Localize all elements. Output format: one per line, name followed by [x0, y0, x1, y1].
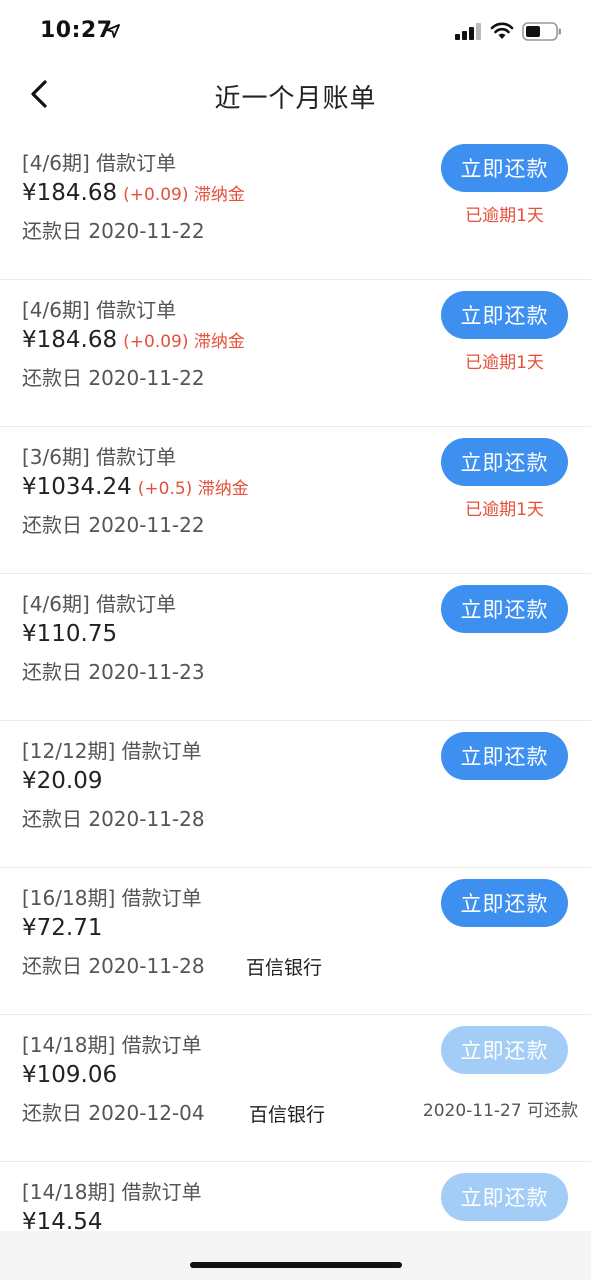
battery-icon	[522, 22, 561, 41]
available-date-status: 2020-11-27 可还款	[422, 1101, 579, 1121]
bill-period: [4/6期] 借款订单	[22, 298, 177, 322]
due-date: 还款日 2020-11-23	[22, 660, 205, 684]
pay-now-button[interactable]: 立即还款	[441, 879, 568, 927]
bill-amount-row: ¥110.75	[22, 621, 117, 647]
bill-list: [4/6期] 借款订单 ¥184.68 (+0.09) 滞纳金 还款日 2020-…	[0, 133, 591, 1231]
pay-now-button[interactable]: 立即还款	[441, 585, 568, 633]
home-indicator-area	[0, 1231, 591, 1280]
bill-amount-row: ¥20.09	[22, 768, 102, 794]
bill-amount: ¥72.71	[22, 915, 103, 941]
bank-name: 百信银行	[249, 1104, 326, 1126]
bill-amount: ¥109.06	[22, 1062, 118, 1088]
late-fee: (+0.5) 滞纳金	[137, 479, 249, 499]
overdue-status: 已逾期1天	[465, 353, 544, 373]
bill-period: [4/6期] 借款订单	[22, 151, 177, 175]
due-date: 还款日 2020-11-22	[22, 219, 205, 243]
bill-item: [16/18期] 借款订单 ¥72.71 还款日 2020-11-28 百信银行…	[0, 868, 591, 1015]
overdue-status: 已逾期1天	[465, 500, 544, 520]
page-title: 近一个月账单	[214, 84, 377, 114]
home-indicator[interactable]	[190, 1262, 402, 1268]
pay-now-button-disabled[interactable]: 立即还款	[441, 1026, 568, 1074]
overdue-status: 已逾期1天	[465, 206, 544, 226]
due-date: 还款日 2020-12-04	[22, 1101, 205, 1125]
due-date: 还款日 2020-11-28	[22, 807, 205, 831]
bill-item: [4/6期] 借款订单 ¥184.68 (+0.09) 滞纳金 还款日 2020-…	[0, 133, 591, 280]
bill-amount-row: ¥184.68 (+0.09) 滞纳金	[22, 327, 245, 353]
pay-now-button[interactable]: 立即还款	[441, 438, 568, 486]
status-time: 10:27	[40, 18, 113, 43]
bill-period: [4/6期] 借款订单	[22, 592, 177, 616]
bill-amount-row: ¥1034.24 (+0.5) 滞纳金	[22, 474, 249, 500]
bill-item: [4/6期] 借款订单 ¥184.68 (+0.09) 滞纳金 还款日 2020-…	[0, 280, 591, 427]
pay-now-button-disabled[interactable]: 立即还款	[441, 1173, 568, 1221]
bank-name: 百信银行	[246, 957, 323, 979]
late-fee: (+0.09) 滞纳金	[123, 332, 245, 352]
bill-period: [16/18期] 借款订单	[22, 886, 202, 910]
bill-item: [12/12期] 借款订单 ¥20.09 还款日 2020-11-28 立即还款	[0, 721, 591, 868]
bill-period: [14/18期] 借款订单	[22, 1180, 202, 1204]
due-date: 还款日 2020-11-22	[22, 513, 205, 537]
nav-bar: 近一个月账单	[0, 62, 591, 128]
late-fee: (+0.09) 滞纳金	[123, 185, 245, 205]
bill-amount: ¥184.68	[22, 180, 118, 206]
location-arrow-icon	[106, 24, 120, 38]
bill-item: [14/18期] 借款订单 ¥109.06 还款日 2020-12-04 百信银…	[0, 1015, 591, 1162]
bill-period: [12/12期] 借款订单	[22, 739, 202, 763]
bill-amount: ¥1034.24	[22, 474, 132, 500]
due-date: 还款日 2020-11-28	[22, 954, 205, 978]
pay-now-button[interactable]: 立即还款	[441, 144, 568, 192]
signal-icon	[455, 23, 481, 40]
bill-item: [4/6期] 借款订单 ¥110.75 还款日 2020-11-23 立即还款	[0, 574, 591, 721]
bill-amount-row: ¥109.06	[22, 1062, 117, 1088]
bill-item: [3/6期] 借款订单 ¥1034.24 (+0.5) 滞纳金 还款日 2020-…	[0, 427, 591, 574]
pay-now-button[interactable]: 立即还款	[441, 291, 568, 339]
bill-amount: ¥184.68	[22, 327, 118, 353]
bill-amount: ¥20.09	[22, 768, 103, 794]
pay-now-button[interactable]: 立即还款	[441, 732, 568, 780]
bill-amount: ¥14.54	[22, 1209, 103, 1231]
bill-amount: ¥110.75	[22, 621, 118, 647]
bill-period: [3/6期] 借款订单	[22, 445, 177, 469]
due-date: 还款日 2020-11-22	[22, 366, 205, 390]
status-bar: 10:27	[0, 0, 591, 62]
bill-amount-row: ¥72.71	[22, 915, 102, 941]
wifi-icon	[490, 22, 514, 39]
bill-item: [14/18期] 借款订单 ¥14.54 立即还款	[0, 1162, 591, 1231]
bill-period: [14/18期] 借款订单	[22, 1033, 202, 1057]
bill-amount-row: ¥184.68 (+0.09) 滞纳金	[22, 180, 245, 206]
bill-amount-row: ¥14.54	[22, 1209, 102, 1231]
